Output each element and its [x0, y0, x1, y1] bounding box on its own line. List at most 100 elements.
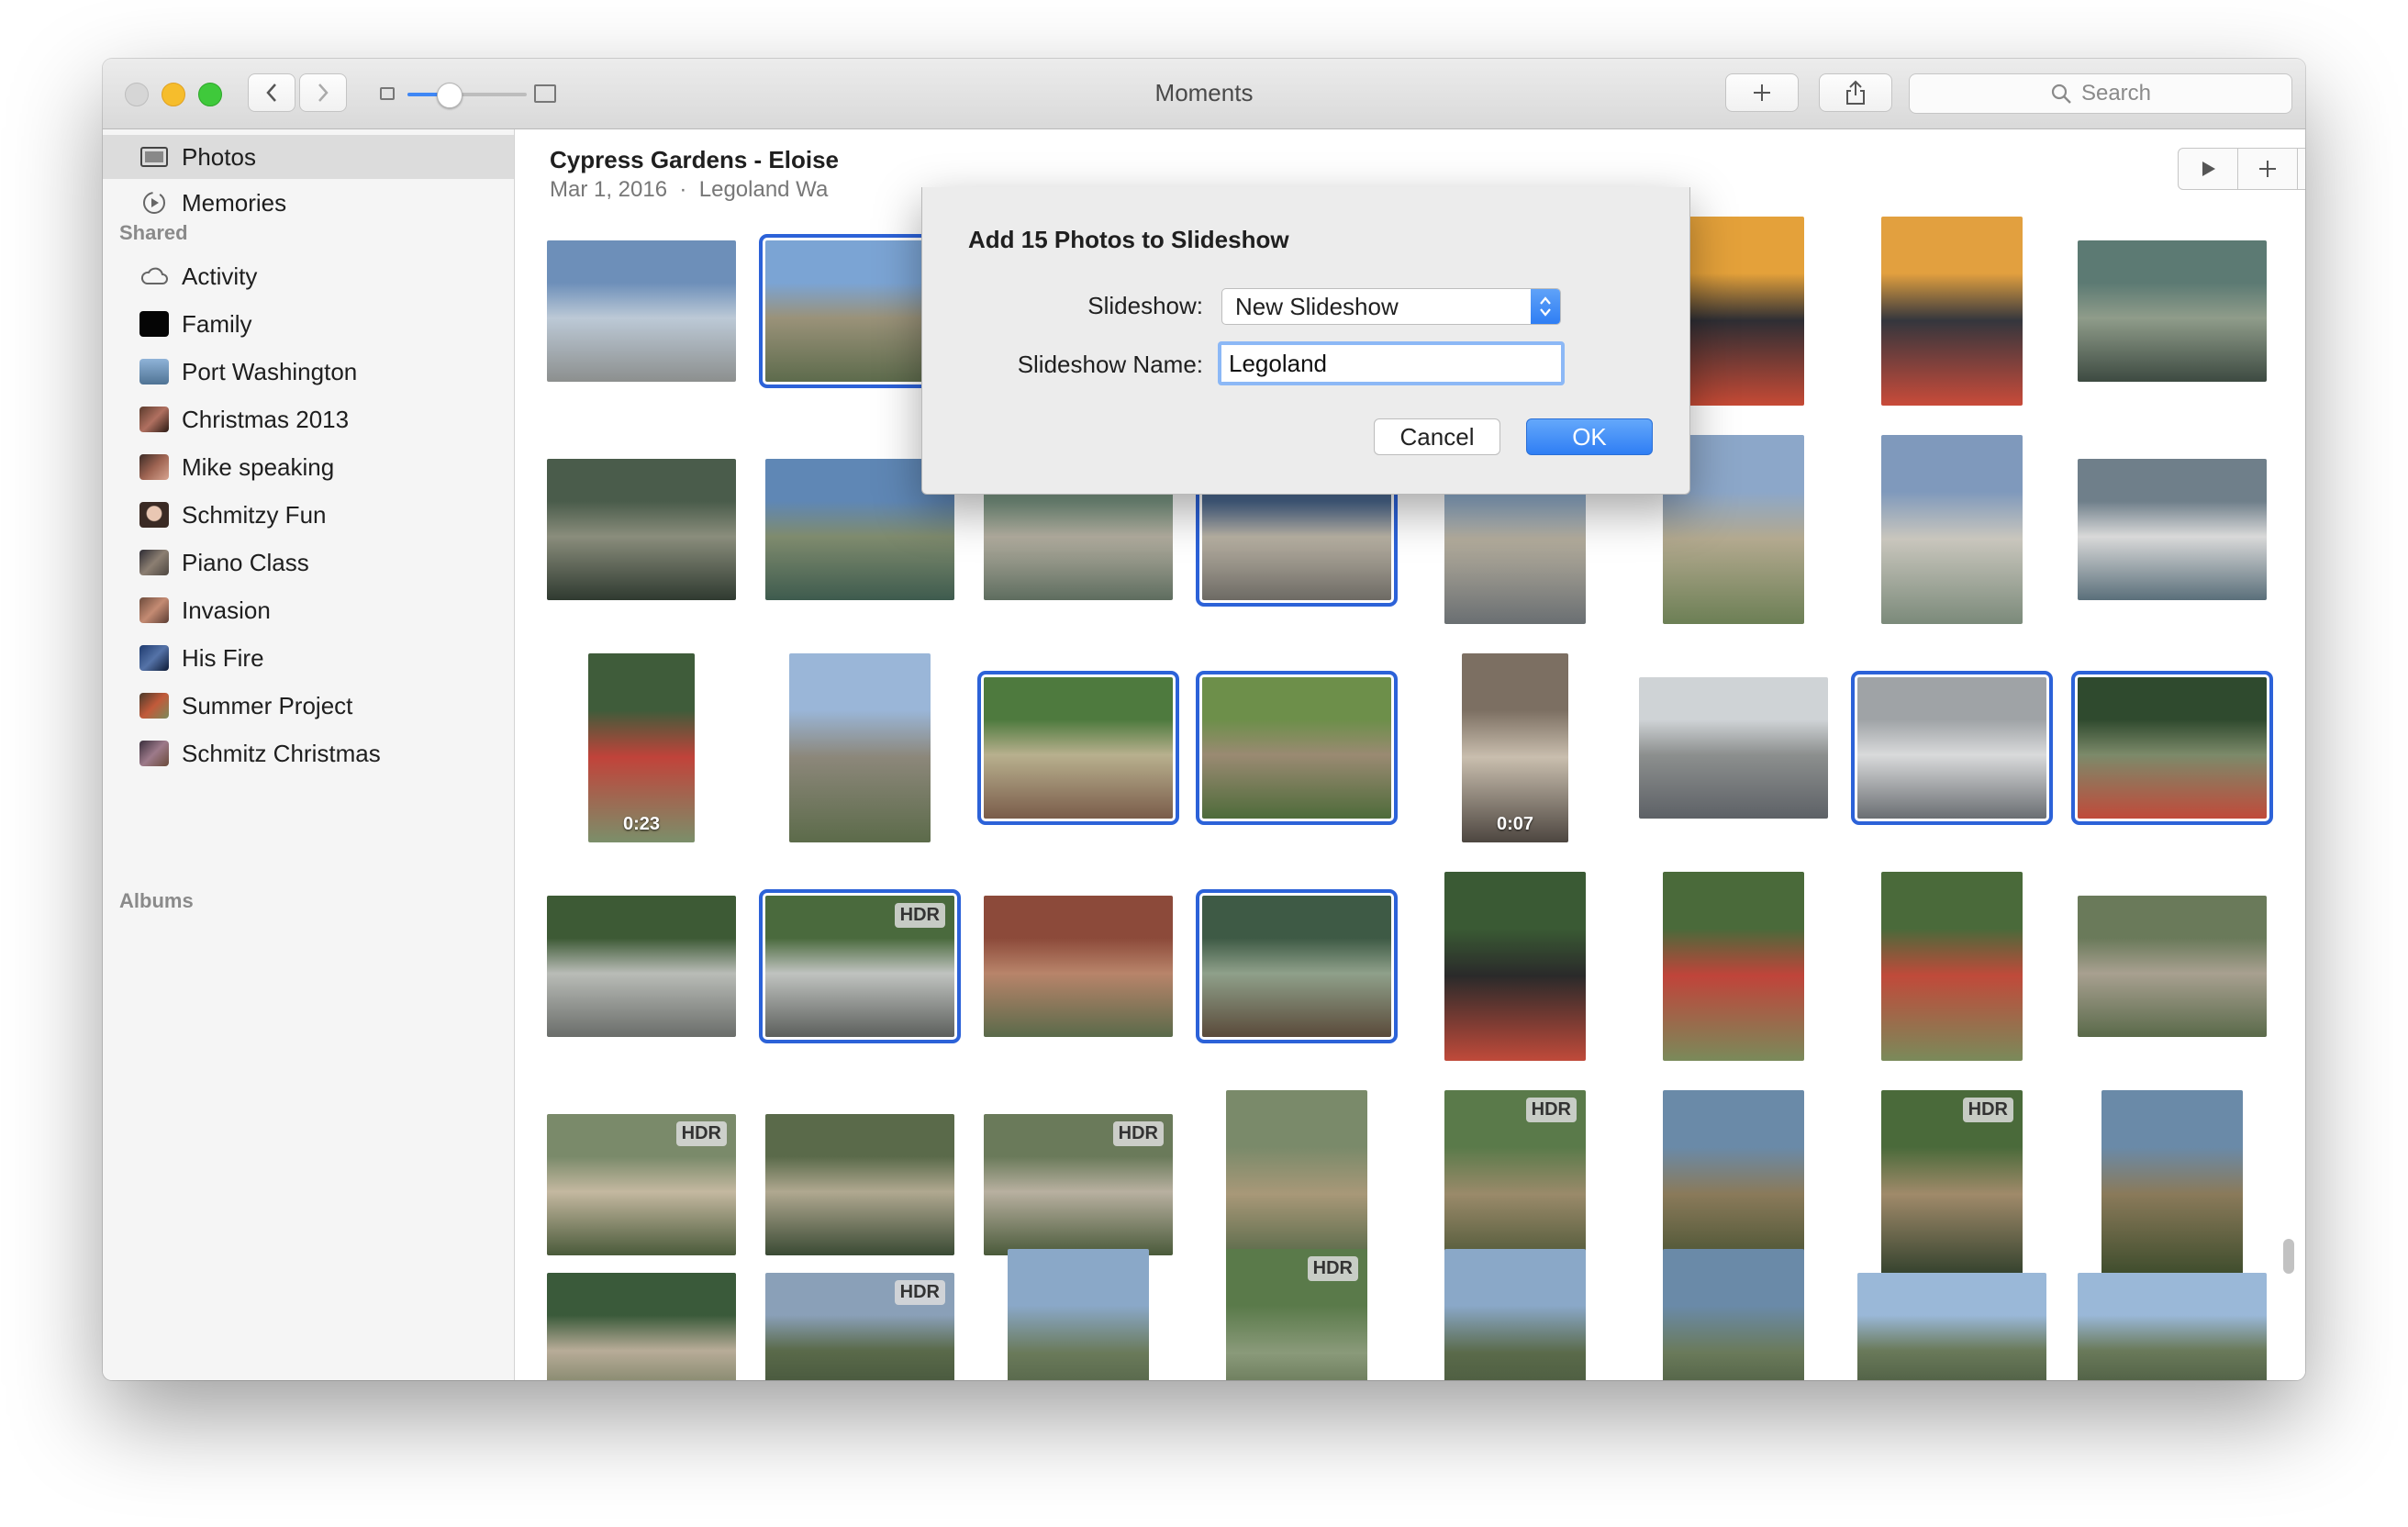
- search-field[interactable]: Search: [1909, 73, 2292, 114]
- photo-thumbnail[interactable]: [1196, 671, 1398, 825]
- sidebar-item-label: Piano Class: [182, 548, 309, 576]
- moment-share-button[interactable]: [2298, 149, 2305, 189]
- sidebar-item-family[interactable]: Family: [103, 302, 514, 346]
- photos-icon: [140, 147, 168, 167]
- sidebar-item-label: His Fire: [182, 643, 264, 672]
- sidebar-item-label: Family: [182, 309, 252, 338]
- album-thumbnail-icon: [139, 550, 169, 575]
- separator-dot: ·: [673, 177, 694, 202]
- sidebar-item-mike-speaking[interactable]: Mike speaking: [103, 445, 514, 489]
- hdr-badge: HDR: [1962, 1098, 2013, 1122]
- photo-thumbnail[interactable]: [2071, 671, 2273, 825]
- sidebar-item-label: Christmas 2013: [182, 405, 350, 433]
- sidebar-item-schmitz-christmas[interactable]: Schmitz Christmas: [103, 731, 514, 775]
- photo-thumbnail[interactable]: [547, 1273, 736, 1380]
- memories-icon: [143, 192, 165, 214]
- photo-thumbnail[interactable]: HDR: [1881, 1090, 2023, 1279]
- photo-thumbnail[interactable]: HDR: [984, 1114, 1173, 1255]
- album-thumbnail-icon: [139, 407, 169, 432]
- photo-thumbnail[interactable]: [2101, 1090, 2243, 1279]
- photo-thumbnail[interactable]: [547, 896, 736, 1037]
- shared-section-header: Shared: [119, 221, 188, 244]
- moment-title: Cypress Gardens - Eloise: [550, 146, 840, 173]
- add-to-slideshow-dialog: Add 15 Photos to Slideshow Slideshow: Ne…: [921, 187, 1690, 495]
- photo-thumbnail[interactable]: [1444, 872, 1586, 1061]
- play-slideshow-button[interactable]: [2179, 149, 2238, 189]
- moment-add-button[interactable]: [2238, 149, 2298, 189]
- sidebar-item-memories[interactable]: Memories: [103, 181, 514, 225]
- sidebar-item-label: Photos: [182, 142, 256, 171]
- sidebar-item-summer-project[interactable]: Summer Project: [103, 684, 514, 728]
- photo-thumbnail[interactable]: [1663, 872, 1804, 1061]
- share-button[interactable]: [1819, 73, 1892, 112]
- dialog-title: Add 15 Photos to Slideshow: [968, 226, 1289, 253]
- slideshow-name-label: Slideshow Name:: [1017, 351, 1203, 378]
- photo-thumbnail[interactable]: [984, 896, 1173, 1037]
- photo-thumbnail[interactable]: [2078, 240, 2267, 382]
- photo-thumbnail[interactable]: [977, 671, 1179, 825]
- slideshow-popup-button[interactable]: New Slideshow: [1221, 288, 1561, 325]
- sidebar-item-label: Schmitzy Fun: [182, 500, 327, 529]
- photo-thumbnail[interactable]: HDR: [547, 1114, 736, 1255]
- share-icon: [1846, 80, 1865, 105]
- search-placeholder: Search: [2080, 81, 2152, 106]
- photo-thumbnail[interactable]: 0:07: [1462, 653, 1568, 842]
- moment-action-bar: [2178, 148, 2305, 190]
- photo-thumbnail[interactable]: [789, 653, 931, 842]
- photo-thumbnail[interactable]: [547, 459, 736, 600]
- hdr-badge: HDR: [1525, 1098, 1577, 1122]
- album-thumbnail-icon: [139, 597, 169, 623]
- add-to-button[interactable]: [1725, 73, 1799, 112]
- sidebar-item-schmitzy-fun[interactable]: Schmitzy Fun: [103, 493, 514, 537]
- photo-thumbnail[interactable]: [1444, 1249, 1586, 1380]
- photo-thumbnail[interactable]: [1851, 671, 2053, 825]
- photo-thumbnail[interactable]: HDR: [759, 889, 961, 1043]
- updown-chevron-icon: [1531, 289, 1560, 324]
- slideshow-name-field[interactable]: Legoland: [1218, 341, 1565, 385]
- photo-thumbnail[interactable]: 0:23: [588, 653, 695, 842]
- sidebar-item-label: Summer Project: [182, 691, 353, 719]
- sidebar-item-piano-class[interactable]: Piano Class: [103, 541, 514, 585]
- photo-thumbnail[interactable]: HDR: [1226, 1249, 1367, 1380]
- photo-thumbnail[interactable]: [1881, 435, 2023, 624]
- hdr-badge: HDR: [675, 1121, 727, 1146]
- photo-thumbnail[interactable]: [1881, 872, 2023, 1061]
- sidebar-item-christmas-2013[interactable]: Christmas 2013: [103, 397, 514, 441]
- sidebar-item-label: Schmitz Christmas: [182, 739, 381, 767]
- photo-thumbnail[interactable]: [1881, 217, 2023, 406]
- sidebar-item-label: Port Washington: [182, 357, 358, 385]
- plus-icon: [2259, 161, 2276, 177]
- sidebar-item-invasion[interactable]: Invasion: [103, 588, 514, 632]
- photos-window: Moments Search Photos Memories Shared Ac…: [103, 59, 2305, 1380]
- play-icon: [2202, 162, 2215, 176]
- sidebar-item-label: Invasion: [182, 596, 271, 624]
- cancel-button[interactable]: Cancel: [1374, 418, 1500, 455]
- moment-date: Mar 1, 2016: [550, 177, 668, 202]
- photo-thumbnail[interactable]: [1008, 1249, 1149, 1380]
- hdr-badge: HDR: [1307, 1256, 1358, 1281]
- photo-thumbnail[interactable]: [2078, 896, 2267, 1037]
- sidebar-item-label: Memories: [182, 188, 287, 217]
- photo-thumbnail[interactable]: HDR: [765, 1273, 954, 1380]
- photo-thumbnail[interactable]: [1639, 677, 1828, 819]
- hdr-badge: HDR: [1112, 1121, 1164, 1146]
- photo-thumbnail[interactable]: [547, 240, 736, 382]
- photo-thumbnail[interactable]: [1663, 1249, 1804, 1380]
- sidebar-item-label: Activity: [182, 262, 258, 290]
- hdr-badge: HDR: [894, 1280, 945, 1305]
- sidebar: Photos Memories Shared Activity Family P…: [103, 129, 515, 1380]
- sidebar-item-port-washington[interactable]: Port Washington: [103, 350, 514, 394]
- title-bar: Moments Search: [103, 59, 2305, 129]
- photo-thumbnail[interactable]: [2078, 459, 2267, 600]
- photo-thumbnail[interactable]: [2078, 1273, 2267, 1380]
- albums-section-header: Albums: [119, 889, 194, 912]
- sidebar-item-photos[interactable]: Photos: [103, 135, 514, 179]
- photo-thumbnail[interactable]: [1857, 1273, 2046, 1380]
- sidebar-item-his-fire[interactable]: His Fire: [103, 636, 514, 680]
- photo-thumbnail[interactable]: [1196, 889, 1398, 1043]
- vertical-scrollbar[interactable]: [2283, 1239, 2294, 1274]
- album-thumbnail-icon: [139, 645, 169, 671]
- sidebar-item-activity[interactable]: Activity: [103, 254, 514, 298]
- photo-thumbnail[interactable]: [765, 1114, 954, 1255]
- ok-button[interactable]: OK: [1526, 418, 1653, 455]
